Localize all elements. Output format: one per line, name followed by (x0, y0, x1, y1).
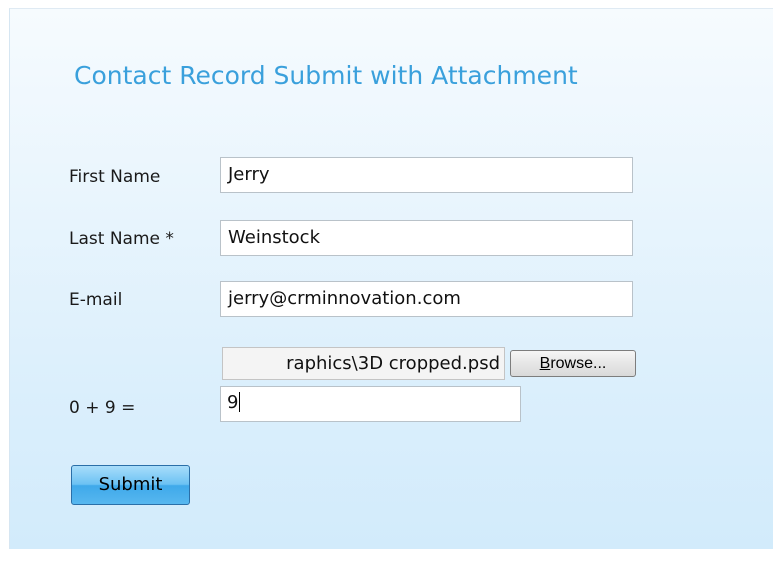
browse-button[interactable]: Browse... (510, 350, 636, 377)
form-title: Contact Record Submit with Attachment (74, 61, 578, 90)
email-label: E-mail (69, 290, 123, 310)
last-name-input[interactable]: Weinstock (220, 220, 633, 256)
submit-button[interactable]: Submit (71, 465, 190, 505)
browse-button-label: rowse... (550, 355, 607, 372)
attachment-file-path[interactable]: raphics\3D cropped.psd (222, 347, 505, 380)
captcha-input[interactable]: 9 (220, 386, 521, 422)
first-name-input[interactable]: Jerry (220, 157, 633, 193)
email-input[interactable]: jerry@crminnovation.com (220, 281, 633, 317)
text-caret (239, 392, 241, 412)
browse-button-accesskey: B (539, 355, 551, 372)
captcha-value: 9 (227, 392, 239, 413)
captcha-label: 0 + 9 = (69, 398, 136, 418)
first-name-label: First Name (69, 167, 161, 187)
last-name-label: Last Name * (69, 229, 174, 249)
